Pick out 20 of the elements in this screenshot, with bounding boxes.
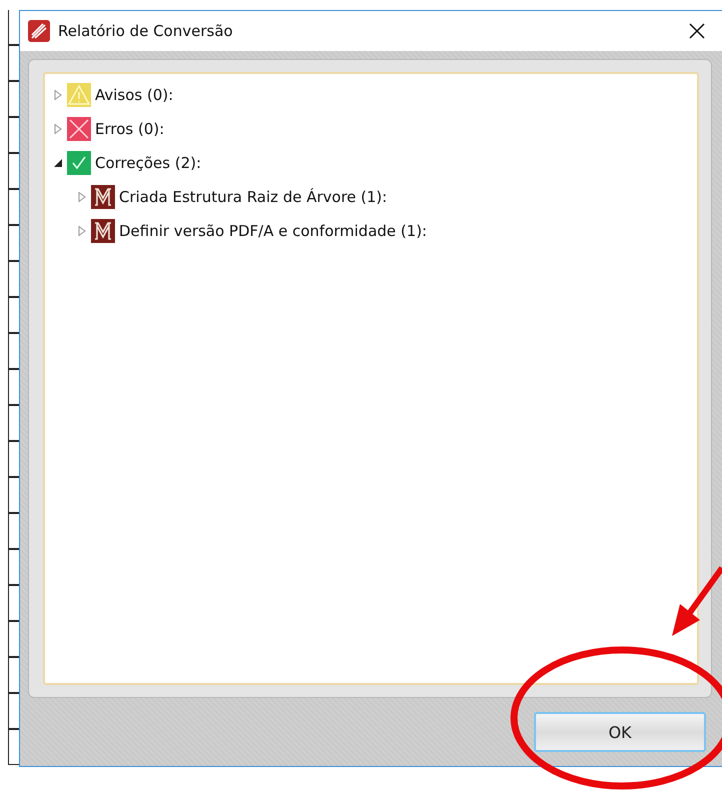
tree-item-label[interactable]: Correções (2):: [95, 154, 202, 172]
collapsed-triangle-icon[interactable]: [77, 226, 87, 236]
tree-item-label[interactable]: Definir versão PDF/A e conformidade (1):: [119, 222, 427, 240]
warning-icon: [67, 83, 91, 107]
window-title: Relatório de Conversão: [58, 22, 234, 40]
collapsed-triangle-icon[interactable]: [77, 192, 87, 202]
expanded-triangle-icon[interactable]: [53, 158, 63, 168]
annotation-arrow: [672, 566, 722, 636]
ok-button[interactable]: OK: [534, 712, 706, 752]
close-icon: [688, 22, 706, 40]
tree-item-label[interactable]: Avisos (0):: [95, 86, 174, 104]
pen-app-icon: [28, 20, 50, 42]
error-cross-icon: [67, 117, 91, 141]
letter-m-icon: [91, 219, 115, 243]
checkmark-icon: [67, 151, 91, 175]
collapsed-triangle-icon[interactable]: [53, 124, 63, 134]
tree-item-label[interactable]: Erros (0):: [95, 120, 164, 138]
letter-m-icon: [91, 185, 115, 209]
collapsed-triangle-icon[interactable]: [53, 90, 63, 100]
tree-item-label[interactable]: Criada Estrutura Raiz de Árvore (1):: [119, 188, 388, 206]
